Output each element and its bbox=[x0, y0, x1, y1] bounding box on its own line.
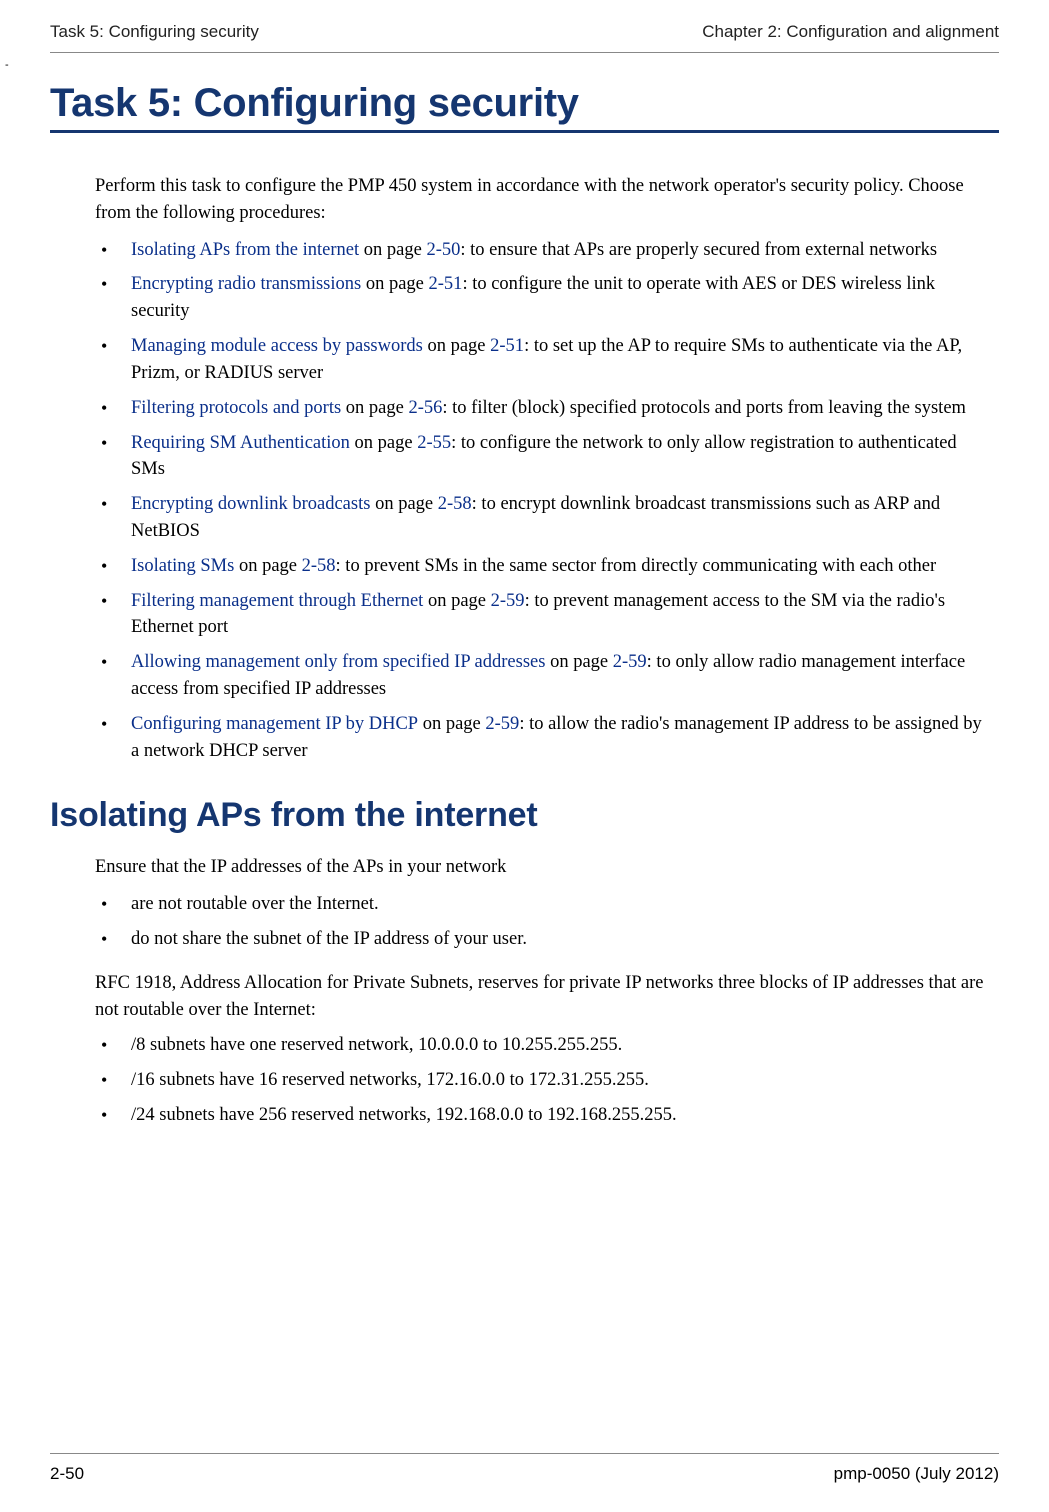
procedure-description: : to prevent SMs in the same sector from… bbox=[336, 556, 937, 576]
title-rule bbox=[50, 130, 999, 133]
list-item: /8 subnets have one reserved network, 10… bbox=[95, 1032, 991, 1059]
procedure-item: Allowing management only from specified … bbox=[95, 649, 991, 703]
procedure-item: Configuring management IP by DHCP on pag… bbox=[95, 711, 991, 765]
procedure-item: Encrypting radio transmissions on page 2… bbox=[95, 271, 991, 325]
list-item: do not share the subnet of the IP addres… bbox=[95, 926, 991, 953]
section-bullets-1: are not routable over the Internet. do no… bbox=[95, 891, 991, 953]
procedure-item: Filtering protocols and ports on page 2-… bbox=[95, 395, 991, 422]
procedure-page-ref[interactable]: 2-55 bbox=[417, 433, 451, 453]
procedure-mid: on page bbox=[545, 652, 612, 672]
content-area: Perform this task to configure the PMP 4… bbox=[95, 173, 991, 1128]
procedure-link[interactable]: Allowing management only from specified … bbox=[131, 652, 545, 672]
procedure-mid: on page bbox=[234, 556, 301, 576]
procedure-mid: on page bbox=[418, 714, 485, 734]
footer-left: 2-50 bbox=[50, 1464, 84, 1484]
procedure-item: Requiring SM Authentication on page 2-55… bbox=[95, 430, 991, 484]
procedure-item: Isolating APs from the internet on page … bbox=[95, 237, 991, 264]
stray-dash: - bbox=[5, 59, 999, 71]
list-item: /16 subnets have 16 reserved networks, 1… bbox=[95, 1067, 991, 1094]
section-title: Isolating APs from the internet bbox=[50, 796, 991, 835]
page-footer: 2-50 pmp-0050 (July 2012) bbox=[50, 1453, 999, 1484]
procedure-page-ref[interactable]: 2-51 bbox=[490, 336, 524, 356]
procedure-page-ref[interactable]: 2-59 bbox=[485, 714, 519, 734]
procedure-page-ref[interactable]: 2-58 bbox=[302, 556, 336, 576]
procedure-mid: on page bbox=[423, 336, 490, 356]
procedure-page-ref[interactable]: 2-59 bbox=[491, 591, 525, 611]
procedure-item: Isolating SMs on page 2-58: to prevent S… bbox=[95, 553, 991, 580]
intro-paragraph: Perform this task to configure the PMP 4… bbox=[95, 173, 991, 227]
procedure-page-ref[interactable]: 2-56 bbox=[408, 398, 442, 418]
section-paragraph: RFC 1918, Address Allocation for Private… bbox=[95, 970, 991, 1024]
procedure-mid: on page bbox=[423, 591, 490, 611]
procedure-mid: on page bbox=[361, 274, 428, 294]
procedure-description: : to filter (block) specified protocols … bbox=[442, 398, 966, 418]
procedure-page-ref[interactable]: 2-58 bbox=[438, 494, 472, 514]
running-header: Task 5: Configuring security Chapter 2: … bbox=[50, 22, 999, 53]
procedure-item: Filtering management through Ethernet on… bbox=[95, 588, 991, 642]
procedure-link[interactable]: Filtering protocols and ports bbox=[131, 398, 341, 418]
procedure-link[interactable]: Isolating APs from the internet bbox=[131, 240, 359, 260]
section-bullets-2: /8 subnets have one reserved network, 10… bbox=[95, 1032, 991, 1128]
procedure-mid: on page bbox=[350, 433, 417, 453]
header-right: Chapter 2: Configuration and alignment bbox=[702, 22, 999, 42]
procedure-link[interactable]: Encrypting downlink broadcasts bbox=[131, 494, 370, 514]
procedures-list: Isolating APs from the internet on page … bbox=[95, 237, 991, 765]
procedure-link[interactable]: Requiring SM Authentication bbox=[131, 433, 350, 453]
footer-right: pmp-0050 (July 2012) bbox=[834, 1464, 999, 1484]
list-item: are not routable over the Internet. bbox=[95, 891, 991, 918]
procedure-page-ref[interactable]: 2-51 bbox=[429, 274, 463, 294]
procedure-item: Managing module access by passwords on p… bbox=[95, 333, 991, 387]
procedure-link[interactable]: Encrypting radio transmissions bbox=[131, 274, 361, 294]
procedure-link[interactable]: Filtering management through Ethernet bbox=[131, 591, 423, 611]
procedure-mid: on page bbox=[370, 494, 437, 514]
procedure-link[interactable]: Configuring management IP by DHCP bbox=[131, 714, 418, 734]
procedure-mid: on page bbox=[341, 398, 408, 418]
procedure-item: Encrypting downlink broadcasts on page 2… bbox=[95, 491, 991, 545]
procedure-link[interactable]: Isolating SMs bbox=[131, 556, 234, 576]
procedure-mid: on page bbox=[359, 240, 426, 260]
procedure-link[interactable]: Managing module access by passwords bbox=[131, 336, 423, 356]
procedure-page-ref[interactable]: 2-59 bbox=[613, 652, 647, 672]
page-title: Task 5: Configuring security bbox=[50, 81, 999, 126]
section-lead: Ensure that the IP addresses of the APs … bbox=[95, 854, 991, 881]
list-item: /24 subnets have 256 reserved networks, … bbox=[95, 1102, 991, 1129]
header-left: Task 5: Configuring security bbox=[50, 22, 259, 42]
procedure-description: : to ensure that APs are properly secure… bbox=[460, 240, 937, 260]
procedure-page-ref[interactable]: 2-50 bbox=[426, 240, 460, 260]
